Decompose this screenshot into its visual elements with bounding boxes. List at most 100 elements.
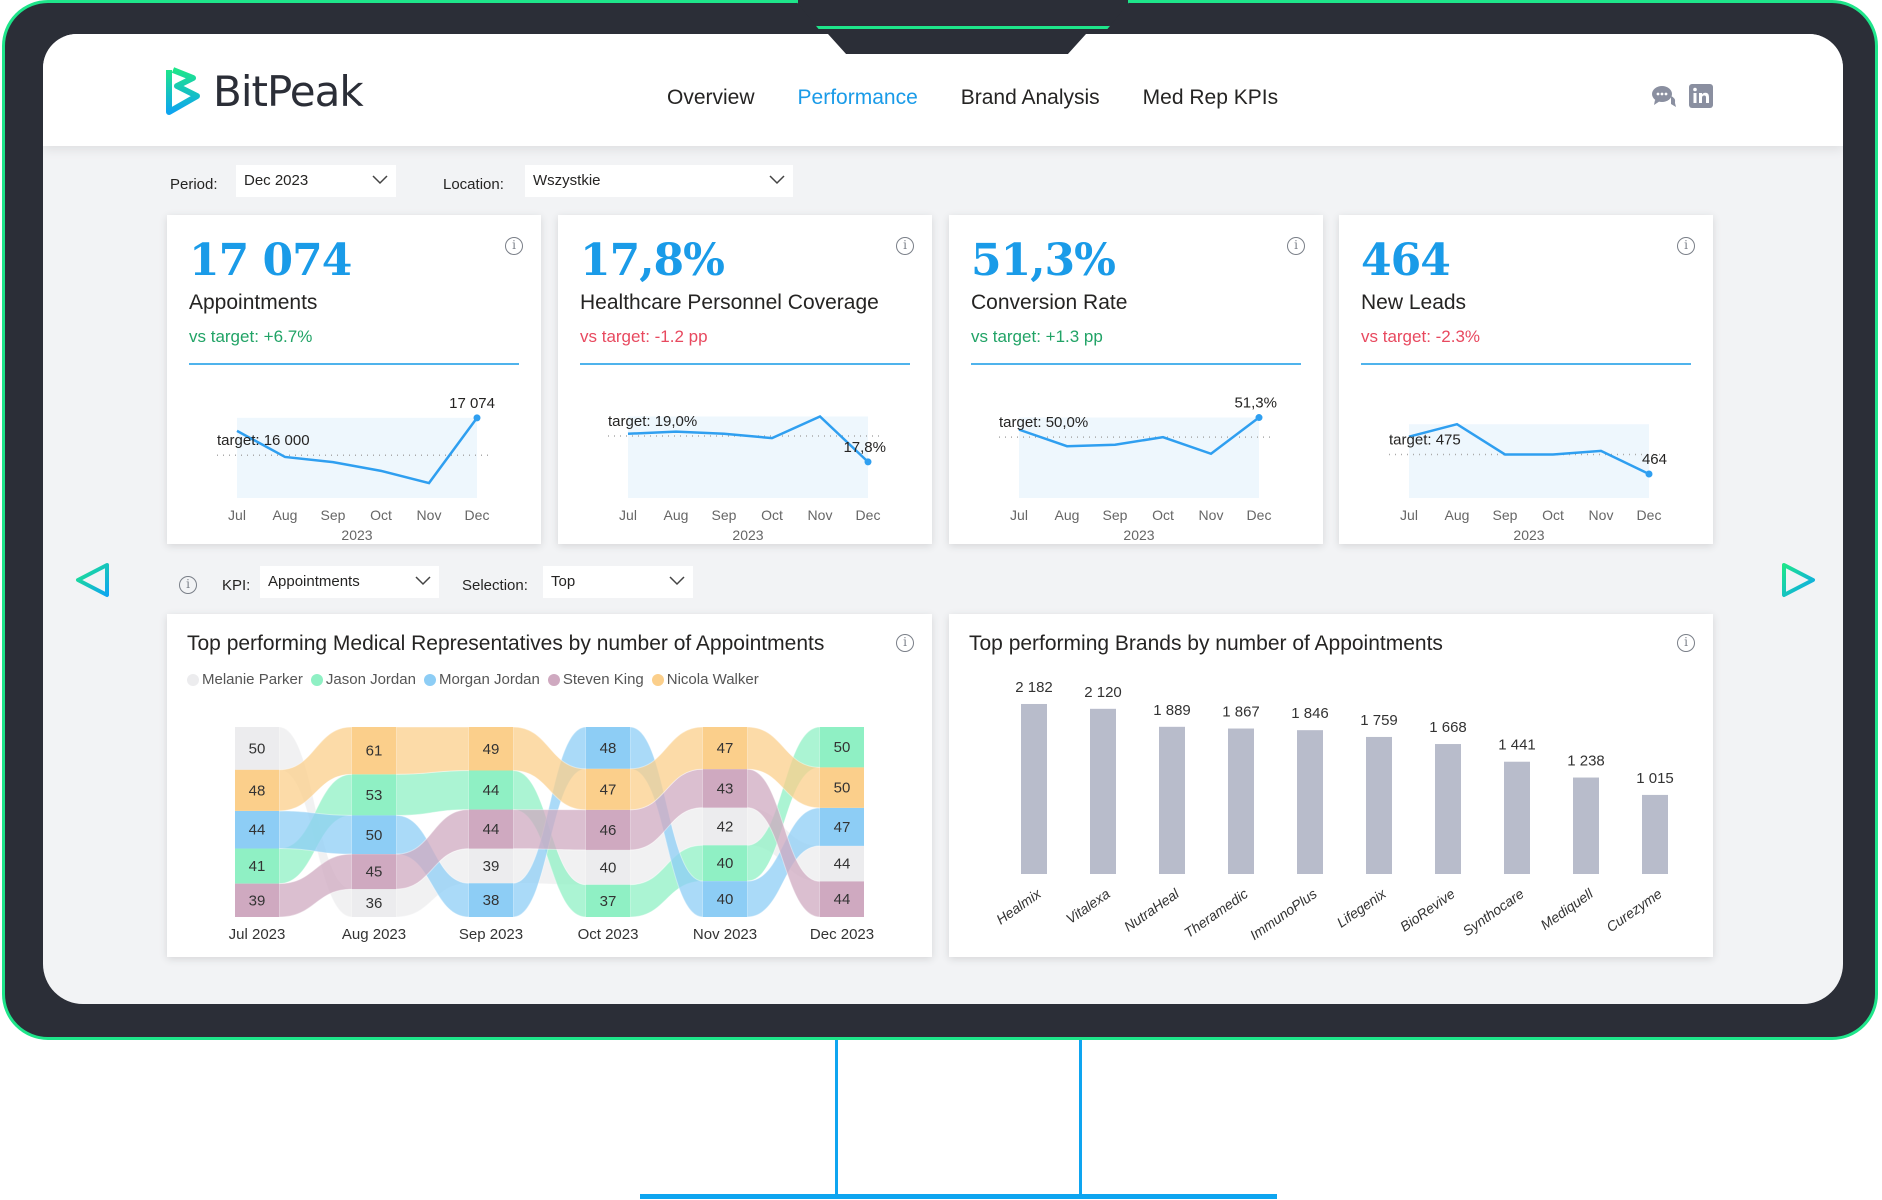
- kpi-label: Conversion Rate: [971, 291, 1128, 314]
- info-icon[interactable]: i: [896, 237, 914, 255]
- period-dropdown[interactable]: Dec 2023: [236, 165, 396, 197]
- bar-vitalexa[interactable]: [1090, 708, 1116, 874]
- info-icon[interactable]: i: [179, 576, 197, 594]
- segment-value-label: 39: [249, 892, 266, 909]
- sparkline-last-point: [864, 458, 872, 466]
- x-category-label: Healmix: [993, 885, 1044, 928]
- x-category-label: Curezyme: [1603, 885, 1665, 935]
- x-tick-label: Dec: [1637, 507, 1662, 523]
- chat-icon[interactable]: [1651, 84, 1677, 108]
- segment-value-label: 43: [717, 780, 734, 797]
- legend-item-steven-king[interactable]: Steven King: [547, 671, 644, 688]
- legend-item-morgan-jordan[interactable]: Morgan Jordan: [423, 671, 540, 688]
- x-tick-label: Dec: [1247, 507, 1272, 523]
- bar-theramedic[interactable]: [1228, 728, 1254, 874]
- segment-value-label: 50: [249, 740, 266, 757]
- nav-performance[interactable]: Performance: [798, 86, 918, 110]
- chart-title: Top performing Medical Representatives b…: [187, 632, 825, 655]
- info-icon[interactable]: i: [1677, 237, 1695, 255]
- bar-value-label: 1 759: [1360, 712, 1398, 729]
- nav-brand-analysis[interactable]: Brand Analysis: [961, 86, 1100, 110]
- next-page-arrow-icon[interactable]: [1778, 560, 1818, 600]
- legend-item-melanie-parker[interactable]: Melanie Parker: [187, 671, 303, 688]
- segment-value-label: 50: [366, 827, 383, 844]
- last-value-label: 17,8%: [843, 439, 886, 456]
- logo[interactable]: BitPeak: [163, 66, 364, 116]
- legend-dot: [651, 673, 664, 686]
- segment-value-label: 44: [249, 822, 266, 839]
- x-category-label: Mediquell: [1537, 885, 1596, 933]
- sparkline-chart: target: 19,0% 17,8% Jul Aug Sep Oct Nov Dec 2023: [608, 413, 886, 543]
- segment-value-label: 48: [600, 740, 617, 757]
- location-dropdown[interactable]: Wszystkie: [525, 165, 793, 197]
- x-category-label: Lifegenix: [1334, 885, 1390, 931]
- legend-label: Steven King: [562, 671, 644, 688]
- bar-healmix[interactable]: [1021, 703, 1047, 874]
- location-value: Wszystkie: [533, 172, 601, 189]
- segment-value-label: 44: [483, 782, 500, 799]
- bar-nutraheal[interactable]: [1159, 726, 1185, 874]
- kpi-label: New Leads: [1361, 291, 1467, 314]
- x-category-label: Oct 2023: [578, 926, 639, 943]
- kpi-card-new-leads: 464 New Leads vs target: -2.3% i target:…: [1339, 215, 1713, 544]
- main-nav: Overview Performance Brand Analysis Med …: [667, 86, 1278, 110]
- previous-page-arrow-icon[interactable]: [73, 560, 113, 600]
- sparkline-chart: target: 475 464 Jul Aug Sep Oct Nov Dec 2023: [1389, 422, 1667, 543]
- selection-dropdown[interactable]: Top: [543, 566, 693, 598]
- legend-item-nicola-walker[interactable]: Nicola Walker: [651, 671, 759, 688]
- legend-dot: [310, 673, 323, 686]
- segment-value-label: 38: [483, 892, 500, 909]
- chart-legend: Melanie Parker Jason Jordan Morgan Jorda…: [187, 671, 759, 688]
- segment-value-label: 44: [483, 821, 500, 838]
- legend-dot: [547, 673, 560, 686]
- sparkline-chart: target: 50,0% 51,3% Jul Aug Sep Oct Nov Dec 2023: [999, 395, 1277, 543]
- segment-value-label: 41: [249, 858, 266, 875]
- info-icon[interactable]: i: [896, 634, 914, 652]
- kpi-divider: [189, 363, 519, 365]
- x-axis-year-label: 2023: [732, 527, 763, 543]
- x-category-label: Jul 2023: [229, 926, 286, 943]
- monitor-stand-base: [640, 1194, 1277, 1199]
- x-tick-label: Oct: [370, 507, 392, 523]
- ribbon-flow-jason-jordan: [395, 770, 470, 816]
- info-icon[interactable]: i: [1287, 237, 1305, 255]
- legend-dot: [423, 673, 436, 686]
- segment-value-label: 48: [249, 782, 266, 799]
- kpi-card-conversion: 51,3% Conversion Rate vs target: +1.3 pp…: [949, 215, 1323, 544]
- x-category-label: Sep 2023: [459, 926, 523, 943]
- segment-value-label: 37: [600, 893, 617, 910]
- bar-biorevive[interactable]: [1435, 744, 1461, 874]
- bar-immunoplus[interactable]: [1297, 730, 1323, 874]
- x-tick-label: Aug: [273, 507, 298, 523]
- linkedin-icon[interactable]: [1689, 84, 1713, 108]
- x-tick-label: Jul: [1400, 507, 1418, 523]
- info-icon[interactable]: i: [1677, 634, 1695, 652]
- info-icon[interactable]: i: [505, 237, 523, 255]
- nav-med-rep-kpis[interactable]: Med Rep KPIs: [1143, 86, 1278, 110]
- segment-value-label: 44: [834, 891, 851, 908]
- bar-chart: 2 182 Healmix 2 120 Vitalexa 1 889 NutraHeal 1…: [993, 679, 1674, 943]
- ribbon-chart: 50 41 44 39 48 Jul 2023 36 53 50 45 61 Aug 2023 39 44…: [229, 726, 874, 943]
- segment-value-label: 47: [600, 781, 617, 798]
- x-category-label: BioRevive: [1397, 885, 1458, 934]
- chevron-down-icon: [669, 576, 685, 586]
- segment-value-label: 45: [366, 864, 383, 881]
- kpi-value: 464: [1361, 235, 1451, 286]
- legend-label: Nicola Walker: [666, 671, 759, 688]
- bar-lifegenix[interactable]: [1366, 736, 1392, 874]
- segment-value-label: 36: [366, 895, 383, 912]
- brand-name: BitPeak: [213, 66, 364, 116]
- brands-bar-card: Top performing Brands by number of Appoi…: [949, 614, 1713, 957]
- x-axis-year-label: 2023: [1123, 527, 1154, 543]
- nav-overview[interactable]: Overview: [667, 86, 755, 110]
- bar-mediquell[interactable]: [1573, 777, 1599, 874]
- x-tick-label: Oct: [1542, 507, 1564, 523]
- bar-synthocare[interactable]: [1504, 761, 1530, 874]
- period-label: Period:: [170, 176, 218, 193]
- bar-curezyme[interactable]: [1642, 794, 1668, 874]
- bar-value-label: 1 846: [1291, 705, 1329, 722]
- legend-item-jason-jordan[interactable]: Jason Jordan: [310, 671, 416, 688]
- x-tick-label: Aug: [664, 507, 689, 523]
- kpi-dropdown[interactable]: Appointments: [260, 566, 439, 598]
- x-category-label: Aug 2023: [342, 926, 406, 943]
